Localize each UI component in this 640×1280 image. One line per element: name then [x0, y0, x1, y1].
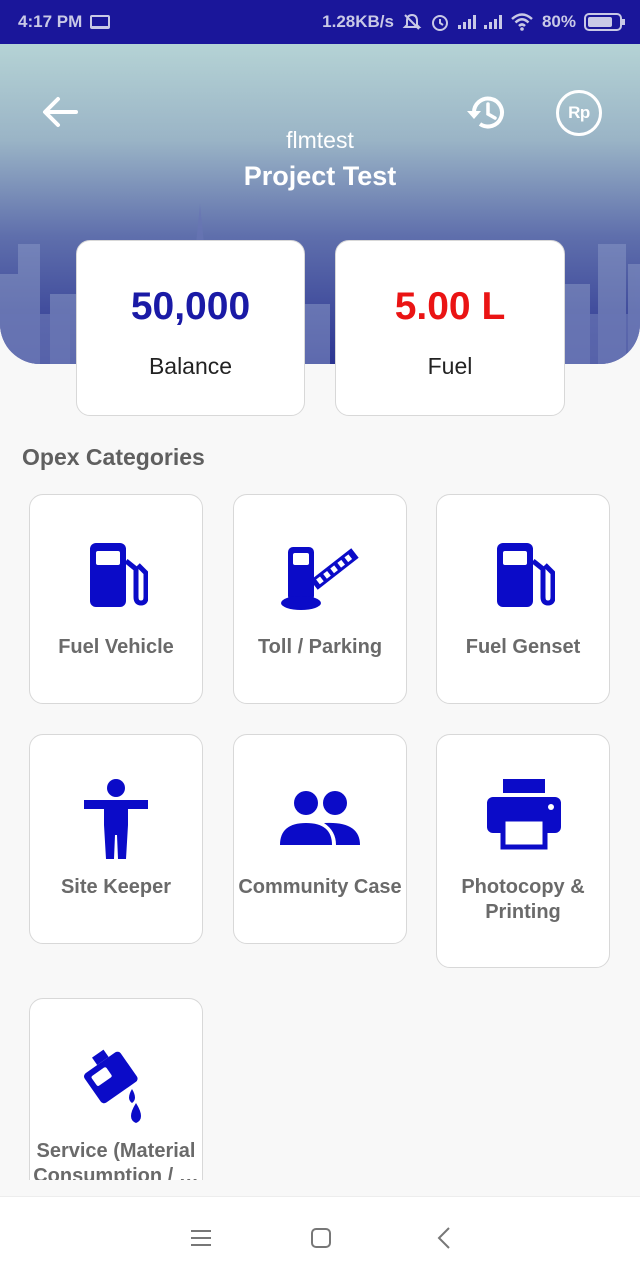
- project-title: Project Test: [243, 161, 397, 191]
- laptop-icon: [90, 15, 111, 29]
- category-community-case[interactable]: Community Case: [233, 734, 407, 944]
- category-service-material[interactable]: Service (Material Consumption / …: [29, 998, 203, 1180]
- category-label: Fuel Vehicle: [58, 636, 174, 658]
- back-arrow-icon[interactable]: [40, 92, 80, 132]
- category-grid: Fuel Vehicle Toll / Parking Fuel Genset …: [0, 480, 640, 1180]
- printer-icon: [487, 779, 561, 850]
- back-icon[interactable]: [430, 1223, 460, 1253]
- category-label: Fuel Genset: [465, 636, 581, 658]
- menu-icon[interactable]: [186, 1223, 216, 1253]
- balance-value: 50,000: [130, 285, 251, 328]
- mute-icon: [402, 13, 422, 30]
- battery-icon: [584, 13, 625, 31]
- home-icon[interactable]: [306, 1223, 336, 1253]
- fuel-value: 5.00 L: [394, 285, 506, 328]
- signal-icon: [483, 15, 502, 29]
- category-label: Photocopy & Printing: [461, 876, 585, 923]
- currency-label: Rp: [568, 103, 590, 122]
- status-bar: 4:17 PM 1.28KB/s 80%: [0, 0, 640, 44]
- project-subtitle: flmtest: [286, 127, 354, 153]
- toll-gate-icon: [281, 547, 359, 610]
- battery-percent: 80%: [541, 12, 576, 31]
- category-label: Service (Material Consumption / …: [33, 1140, 199, 1180]
- signal-icon: [457, 15, 476, 29]
- system-nav-bar: [0, 1196, 640, 1280]
- fuel-pump-icon: [90, 543, 148, 607]
- category-label: Community Case: [238, 876, 402, 898]
- alarm-icon: [431, 15, 448, 31]
- category-label: Toll / Parking: [257, 636, 383, 658]
- category-photocopy-printing[interactable]: Photocopy & Printing: [436, 734, 610, 968]
- section-title: Opex Categories: [22, 444, 205, 470]
- fuel-card: 5.00 L Fuel: [335, 240, 565, 416]
- category-site-keeper[interactable]: Site Keeper: [29, 734, 203, 944]
- oil-can-icon: [84, 1049, 141, 1123]
- status-time: 4:17 PM: [18, 12, 83, 31]
- people-icon: [280, 791, 360, 845]
- balance-card: 50,000 Balance: [76, 240, 305, 416]
- fuel-label: Fuel: [427, 353, 473, 379]
- person-icon: [84, 779, 148, 859]
- wifi-icon: [511, 13, 533, 31]
- network-speed: 1.28KB/s: [322, 12, 394, 31]
- fuel-pump-icon: [497, 543, 555, 607]
- category-fuel-genset[interactable]: Fuel Genset: [436, 494, 610, 704]
- category-label: Site Keeper: [60, 876, 172, 898]
- balance-label: Balance: [148, 353, 233, 379]
- category-toll-parking[interactable]: Toll / Parking: [233, 494, 407, 704]
- category-fuel-vehicle[interactable]: Fuel Vehicle: [29, 494, 203, 704]
